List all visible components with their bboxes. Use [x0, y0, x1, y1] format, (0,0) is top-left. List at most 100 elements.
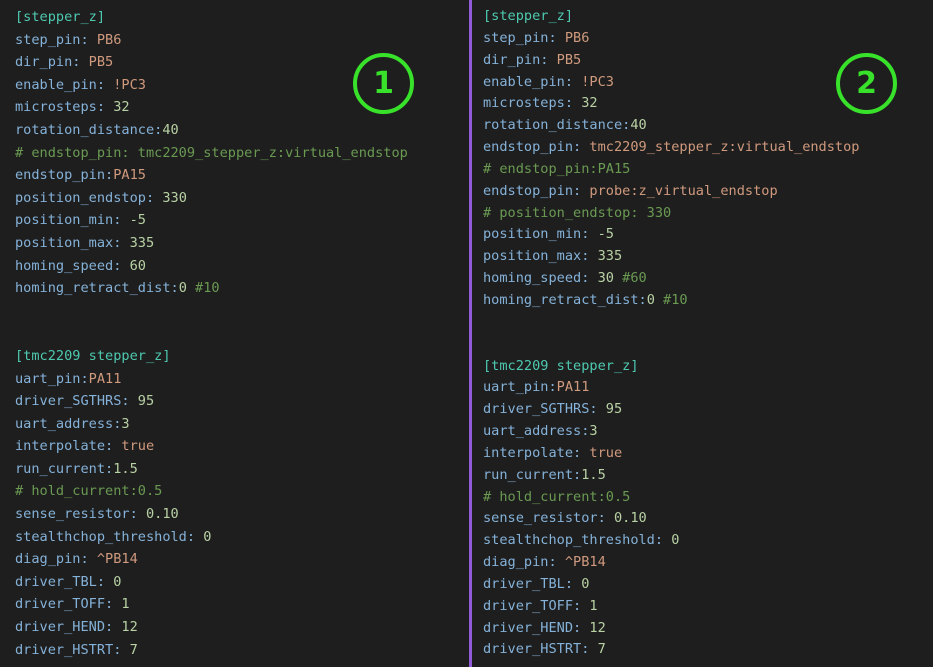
config-key: dir_pin:: [15, 54, 89, 71]
comment-text: # endstop_pin: tmc2209_stepper_z:virtual…: [15, 144, 408, 161]
code-line: dir_pin: PB5: [15, 51, 408, 74]
config-key: endstop_pin:: [483, 182, 590, 199]
config-key: driver_TOFF:: [483, 597, 590, 614]
code-line: uart_pin:PA11: [483, 377, 859, 399]
config-key: uart_address:: [15, 415, 122, 432]
config-key: homing_speed:: [15, 257, 130, 274]
code-line: homing_retract_dist:0 #10: [15, 277, 408, 300]
comment-text: # hold_current:0.5: [483, 488, 631, 505]
config-value: PB6: [96, 31, 122, 48]
number-badge-1: 1: [353, 53, 414, 114]
code-line: driver_TBL: 0: [483, 574, 859, 596]
config-value: 0.10: [145, 506, 179, 523]
config-key: position_endstop:: [15, 189, 163, 206]
code-line: run_current:1.5: [483, 465, 859, 487]
config-value: 7: [129, 641, 138, 658]
config-key: interpolate:: [483, 444, 590, 461]
config-value: PA11: [556, 379, 590, 396]
config-value: 7: [597, 641, 606, 658]
config-key: homing_speed:: [483, 270, 598, 287]
config-key: position_min:: [483, 226, 598, 243]
code-line: driver_TOFF: 1: [15, 593, 408, 616]
config-key: uart_pin:: [483, 379, 557, 396]
config-value: 0: [581, 575, 590, 592]
config-key: driver_HEND:: [15, 619, 122, 636]
config-key: stealthchop_threshold:: [15, 528, 204, 545]
config-value: 0: [203, 528, 212, 545]
config-key: driver_SGTHRS:: [15, 393, 138, 410]
config-value: PA11: [88, 370, 122, 387]
code-line: position_endstop: 330: [15, 187, 408, 210]
config-value: 335: [597, 248, 623, 265]
editor-pane-right[interactable]: [stepper_z] step_pin: PB6 dir_pin: PB5 enab…: [472, 0, 933, 667]
config-key: enable_pin:: [15, 76, 114, 93]
code-line: diag_pin: ^PB14: [483, 552, 859, 574]
config-key: uart_pin:: [15, 370, 89, 387]
config-value: 40: [630, 117, 647, 134]
config-key: sense_resistor:: [483, 510, 614, 527]
config-value: 30: [597, 270, 614, 287]
code-line: position_max: 335: [15, 232, 408, 255]
config-value: ^PB14: [96, 551, 138, 568]
code-line: position_min: -5: [483, 224, 859, 246]
code-line: driver_HSTRT: 7: [483, 639, 859, 661]
config-key: microsteps:: [15, 99, 114, 116]
config-value: 0: [671, 532, 680, 549]
code-line: homing_speed: 30 #60: [483, 268, 859, 290]
config-value: 0: [113, 573, 122, 590]
code-line: # hold_current:0.5: [483, 487, 859, 509]
code-line: enable_pin: !PC3: [15, 74, 408, 97]
config-value: 0: [178, 280, 187, 297]
code-line: # position_endstop: 330: [483, 203, 859, 225]
section-header: [stepper_z]: [15, 9, 106, 25]
inline-comment: #60: [613, 270, 647, 287]
config-key: enable_pin:: [483, 73, 582, 90]
config-value: 3: [589, 423, 598, 440]
code-line: interpolate: true: [483, 443, 859, 465]
inline-comment: #10: [654, 291, 688, 308]
config-key: driver_HSTRT:: [15, 641, 130, 658]
code-line: driver_HEND: 12: [15, 616, 408, 639]
config-key: homing_retract_dist:: [483, 291, 647, 308]
config-value: 1.5: [581, 466, 606, 483]
comment-text: # position_endstop: 330: [483, 204, 672, 221]
code-line: run_current:1.5: [15, 458, 408, 481]
config-value: ^PB14: [564, 554, 606, 571]
code-line: driver_HSTRT: 7: [15, 639, 408, 662]
config-key: rotation_distance:: [15, 121, 163, 138]
config-value: 12: [589, 619, 606, 636]
comment-text: # hold_current:0.5: [15, 483, 163, 500]
config-value: !PC3: [581, 73, 614, 90]
config-value: tmc2209_stepper_z:virtual_endstop: [589, 139, 860, 156]
config-key: dir_pin:: [483, 51, 557, 68]
code-block[interactable]: [stepper_z] step_pin: PB6 dir_pin: PB5 enab…: [483, 6, 859, 661]
config-key: step_pin:: [15, 31, 97, 48]
config-key: driver_TOFF:: [15, 596, 122, 613]
config-key: driver_TBL:: [483, 575, 582, 592]
config-key: driver_SGTHRS:: [483, 401, 606, 418]
code-line: enable_pin: !PC3: [483, 72, 859, 94]
code-line: stealthchop_threshold: 0: [15, 526, 408, 549]
code-line: # hold_current:0.5: [15, 480, 408, 503]
config-key: position_max:: [483, 248, 598, 265]
config-key: sense_resistor:: [15, 506, 146, 523]
code-line: step_pin: PB6: [483, 28, 859, 50]
config-key: uart_address:: [483, 423, 590, 440]
config-value: PB5: [556, 51, 582, 68]
code-line: position_max: 335: [483, 246, 859, 268]
config-value: 335: [129, 234, 155, 251]
code-line: driver_SGTHRS: 95: [15, 390, 408, 413]
code-line: driver_TBL: 0: [15, 571, 408, 594]
code-line: microsteps: 32: [15, 96, 408, 119]
inline-comment: #10: [186, 280, 220, 297]
editor-pane-left[interactable]: [stepper_z] step_pin: PB6 dir_pin: PB5 enab…: [0, 0, 469, 667]
code-block[interactable]: [stepper_z] step_pin: PB6 dir_pin: PB5 enab…: [15, 6, 408, 661]
number-badge-2: 2: [836, 53, 897, 114]
config-value: PB6: [564, 29, 590, 46]
code-line: [stepper_z]: [483, 6, 859, 28]
code-line: sense_resistor: 0.10: [483, 508, 859, 530]
